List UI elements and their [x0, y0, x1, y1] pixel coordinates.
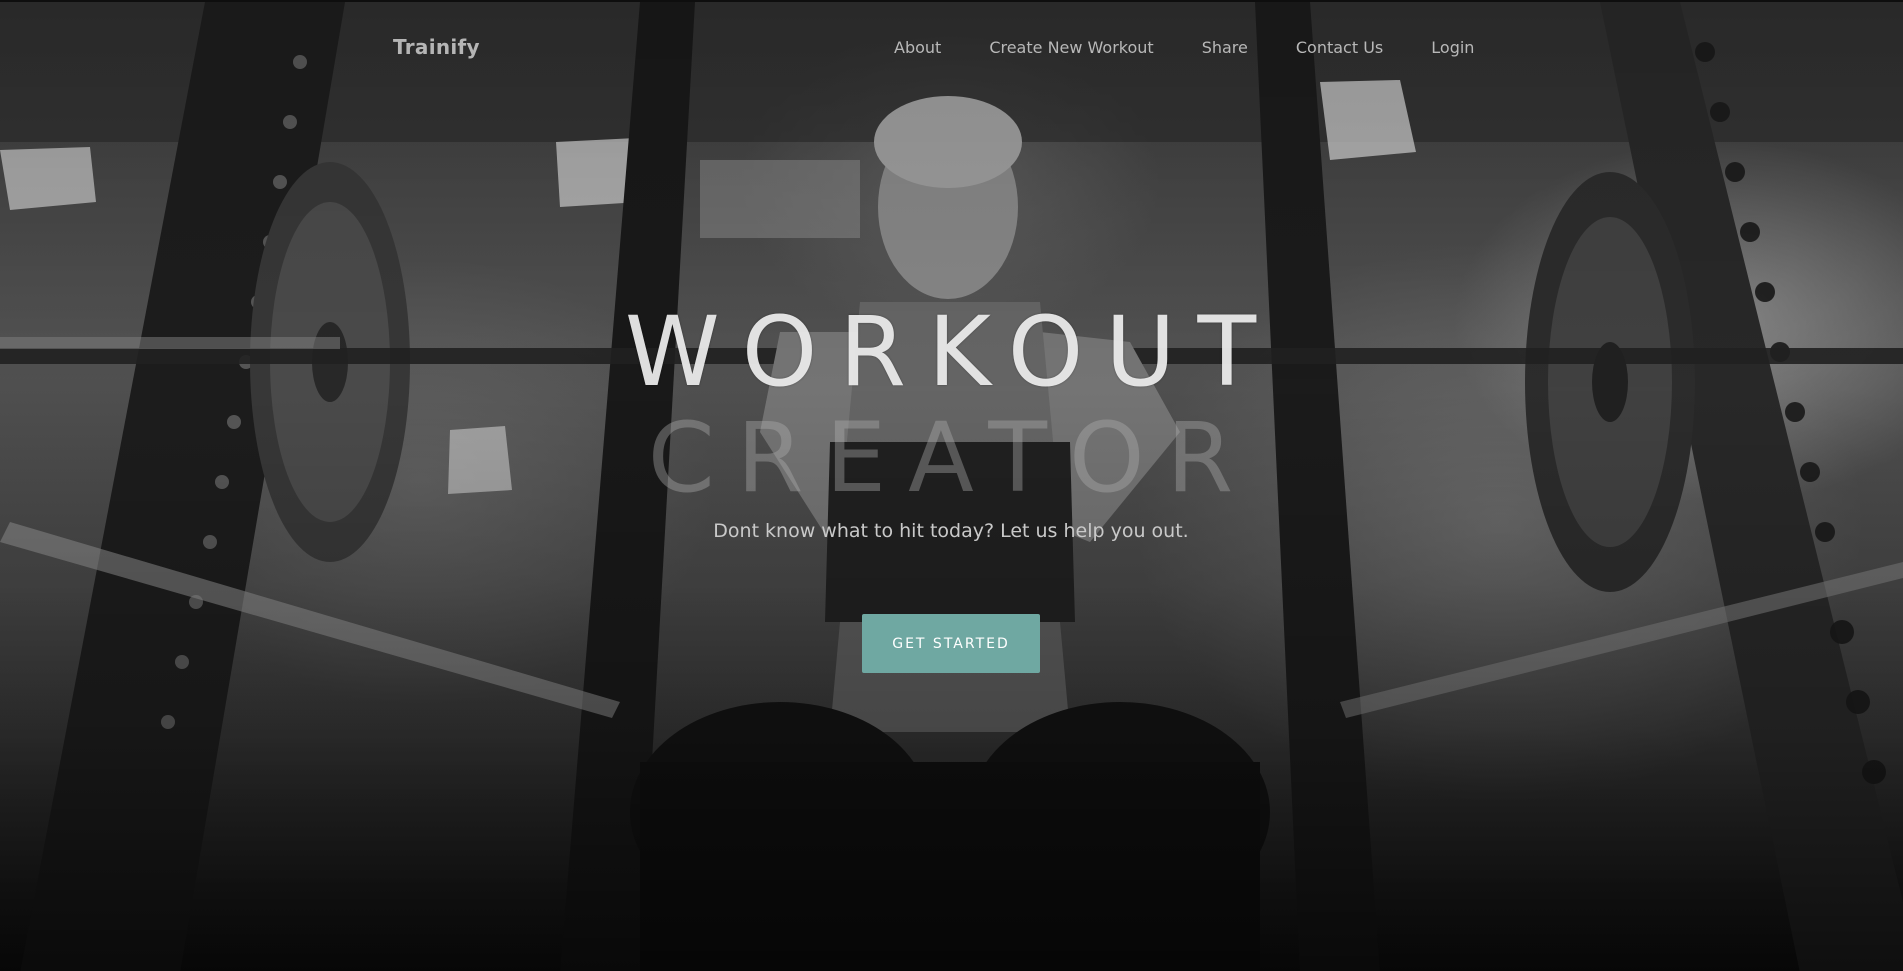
get-started-button[interactable]: GET STARTED: [862, 614, 1040, 673]
nav-link-contact-us[interactable]: Contact Us: [1296, 38, 1383, 57]
hero-title-line-2: CREATOR: [647, 402, 1256, 514]
hero-subtitle: Dont know what to hit today? Let us help…: [713, 520, 1189, 542]
nav-link-share[interactable]: Share: [1202, 38, 1248, 57]
nav-link-create-new-workout[interactable]: Create New Workout: [989, 38, 1153, 57]
nav-links: About Create New Workout Share Contact U…: [894, 38, 1522, 57]
hero-title-line-1: WORKOUT: [624, 296, 1279, 408]
landing-page: Trainify About Create New Workout Share …: [0, 0, 1903, 971]
top-navbar: Trainify About Create New Workout Share …: [0, 2, 1903, 92]
brand-logo-link[interactable]: Trainify: [393, 35, 480, 59]
nav-link-about[interactable]: About: [894, 38, 941, 57]
nav-link-login[interactable]: Login: [1431, 38, 1474, 57]
